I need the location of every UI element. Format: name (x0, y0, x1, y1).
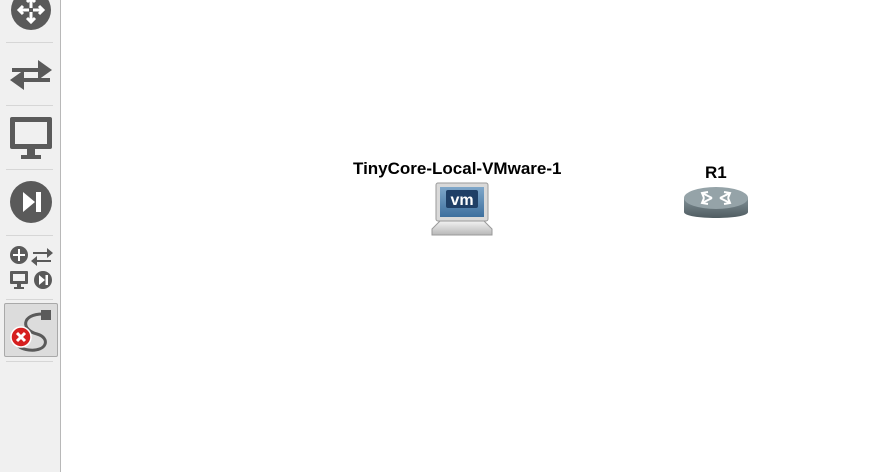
node-label-r1: R1 (705, 163, 727, 182)
node-r1[interactable] (682, 184, 750, 233)
toolbar-security-devices-button[interactable] (4, 174, 58, 230)
topology-canvas[interactable]: TinyCore-Local-VMware-1 vm R1 (62, 0, 878, 472)
toolbar-end-devices-button[interactable] (4, 110, 58, 164)
toolbar-separator (6, 235, 53, 236)
toolbar-routers-button[interactable] (4, 0, 58, 34)
vm-badge-text: vm (450, 192, 473, 209)
router-icon (11, 0, 51, 30)
node-vm[interactable]: vm (428, 181, 496, 244)
switch-arrows-icon (10, 60, 52, 90)
device-toolbar (0, 0, 61, 472)
play-skip-icon (10, 181, 52, 223)
toolbar-separator (6, 299, 53, 300)
app-window: TinyCore-Local-VMware-1 vm R1 (0, 0, 878, 472)
toolbar-separator (6, 42, 53, 43)
toolbar-separator (6, 169, 53, 170)
router-icon (684, 187, 748, 218)
toolbar-add-link-button[interactable] (4, 303, 58, 357)
all-devices-icon (10, 246, 53, 289)
vm-laptop-icon: vm (431, 182, 493, 236)
node-label-vm: TinyCore-Local-VMware-1 (353, 159, 562, 178)
toolbar-all-devices-button[interactable] (4, 240, 58, 294)
toolbar-separator (6, 361, 53, 362)
toolbar-switches-button[interactable] (4, 48, 58, 100)
cable-link-icon (10, 310, 51, 352)
toolbar-separator (6, 105, 53, 106)
monitor-icon (10, 117, 52, 159)
